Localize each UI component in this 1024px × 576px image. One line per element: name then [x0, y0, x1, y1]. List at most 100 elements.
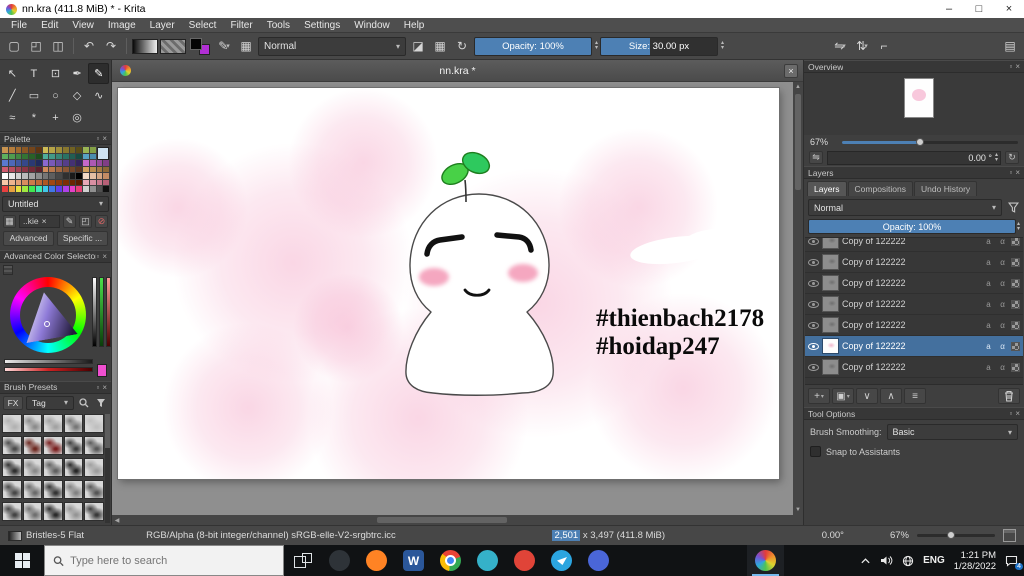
palette-swatch[interactable]	[89, 179, 96, 185]
horizontal-scroll-thumb[interactable]	[377, 517, 507, 523]
gray-shade-strip[interactable]	[4, 358, 93, 364]
palette-swatch[interactable]	[69, 147, 76, 153]
transform-tool[interactable]: ↖	[2, 63, 23, 84]
layer-inherit-alpha-icon[interactable]: α	[997, 321, 1008, 330]
volume-icon[interactable]	[880, 555, 893, 566]
blue-app-icon[interactable]	[580, 545, 617, 576]
engine-filter-button[interactable]: FX	[3, 395, 23, 410]
brush-smoothing-dropdown[interactable]: Basic ▾	[886, 424, 1018, 440]
layer-style-icon[interactable]	[1011, 238, 1020, 246]
brush-preset-thumbnail[interactable]	[43, 501, 63, 521]
layer-row[interactable]: Copy of 122222 a α	[805, 252, 1023, 273]
layer-row[interactable]: Copy of 122222 a α	[805, 357, 1023, 378]
palette-view-icon[interactable]: ▦	[3, 214, 16, 228]
palette-swatch[interactable]	[29, 186, 35, 192]
palette-swatch[interactable]	[76, 179, 82, 185]
palette-swatch[interactable]	[89, 173, 96, 179]
tray-chevron-icon[interactable]	[860, 557, 871, 565]
palette-swatch[interactable]	[35, 147, 42, 153]
scroll-up-icon[interactable]: ▲	[795, 82, 801, 92]
palette-swatch[interactable]	[35, 186, 42, 192]
vertical-scroll-thumb[interactable]	[795, 94, 801, 190]
palette-swatch[interactable]	[22, 160, 28, 166]
float-docker-icon[interactable]: ▫	[1009, 409, 1012, 418]
menu-item-image[interactable]: Image	[101, 20, 143, 31]
brush-preset-thumbnail[interactable]	[43, 435, 63, 455]
palette-swatch[interactable]	[29, 179, 35, 185]
brush-presets-docker-header[interactable]: Brush Presets ▫ ×	[0, 380, 111, 394]
notification-center-icon[interactable]: 4	[1005, 555, 1023, 570]
menu-item-select[interactable]: Select	[182, 20, 224, 31]
palette-swatch[interactable]	[49, 186, 55, 192]
layer-row[interactable]: Copy of 122222 a α	[805, 336, 1023, 357]
palette-swatch[interactable]	[29, 173, 35, 179]
palette-swatch[interactable]	[49, 147, 55, 153]
palette-swatch[interactable]	[22, 153, 28, 159]
palette-swatch[interactable]	[103, 173, 109, 179]
freehand-brush-tool[interactable]: ✎	[88, 63, 109, 84]
palette-swatch[interactable]	[96, 173, 103, 179]
tool-options-docker-header[interactable]: Tool Options ▫ ×	[804, 407, 1024, 420]
palette-swatch[interactable]	[29, 153, 35, 159]
search-input[interactable]	[70, 554, 275, 567]
palette-swatch[interactable]	[89, 153, 96, 159]
palette-swatch[interactable]	[42, 147, 49, 153]
palette-swatch[interactable]	[89, 186, 96, 192]
overview-zoom-slider[interactable]	[842, 137, 1018, 146]
menu-item-tools[interactable]: Tools	[260, 20, 297, 31]
palette-swatch[interactable]	[35, 179, 42, 185]
palette-swatch[interactable]	[42, 179, 49, 185]
layer-style-icon[interactable]	[1011, 299, 1020, 309]
float-docker-icon[interactable]: ▫	[96, 383, 99, 392]
palette-swatch[interactable]	[22, 166, 28, 172]
palette-swatch[interactable]	[35, 160, 42, 166]
brush-preset-thumbnail[interactable]	[43, 457, 63, 477]
layer-inherit-alpha-icon[interactable]: α	[997, 363, 1008, 372]
palette-swatch[interactable]	[76, 173, 82, 179]
add-layer-button[interactable]: + ▾	[808, 388, 830, 404]
palette-swatch[interactable]	[15, 153, 22, 159]
remove-tag-icon[interactable]: ×	[42, 216, 47, 226]
palette-swatch[interactable]	[89, 160, 96, 166]
foreground-background-colors[interactable]	[190, 37, 210, 55]
crop-tool[interactable]: ⊡	[45, 63, 66, 84]
selector-settings-icon[interactable]	[3, 264, 13, 275]
palette-swatch[interactable]	[22, 179, 28, 185]
minimize-button[interactable]: –	[934, 0, 964, 18]
taskbar-search[interactable]	[44, 545, 284, 576]
palette-preset-dropdown[interactable]: Untitled ▾	[2, 195, 109, 212]
palette-swatch[interactable]	[49, 153, 55, 159]
palette-swatch[interactable]	[96, 166, 103, 172]
brush-preset-thumbnail[interactable]	[22, 413, 43, 433]
line-tool[interactable]: ╱	[2, 85, 23, 106]
layer-visibility-icon[interactable]	[808, 363, 819, 371]
brush-preset-thumbnail[interactable]	[2, 435, 22, 455]
float-docker-icon[interactable]: ▫	[96, 134, 99, 143]
palette-swatch[interactable]	[8, 166, 15, 172]
layer-inherit-alpha-icon[interactable]: α	[997, 258, 1008, 267]
menu-item-layer[interactable]: Layer	[143, 20, 182, 31]
palette-swatch[interactable]	[83, 153, 89, 159]
close-docker-icon[interactable]: ×	[102, 134, 107, 143]
brush-preset-thumbnail[interactable]	[43, 413, 63, 433]
acs-docker-header[interactable]: Advanced Color Selector ▫ ×	[0, 249, 111, 263]
mirror-view-icon[interactable]: ⇋	[809, 151, 823, 164]
zoom-slider[interactable]	[917, 531, 995, 539]
layer-style-icon[interactable]	[1011, 257, 1020, 267]
layer-row[interactable]: Copy of 122222 a α	[805, 238, 1023, 252]
brush-preset-thumbnail[interactable]	[2, 501, 22, 521]
palette-swatch[interactable]	[15, 186, 22, 192]
brush-preset-thumbnail[interactable]	[2, 457, 22, 477]
palette-swatch[interactable]	[29, 147, 35, 153]
palette-swatch[interactable]	[83, 166, 89, 172]
filter-funnel-icon[interactable]	[94, 396, 108, 410]
reset-rotation-icon[interactable]: ↻	[1005, 151, 1019, 164]
mirror-vertical-button[interactable]: ⇅ ▾	[852, 36, 872, 56]
open-document-button[interactable]: ◰	[26, 36, 46, 56]
palette-swatch[interactable]	[83, 179, 89, 185]
layer-alpha-lock-icon[interactable]: a	[983, 258, 994, 267]
layer-style-icon[interactable]	[1011, 341, 1020, 351]
vertical-scrollbar[interactable]: ▲ ▼	[793, 82, 803, 515]
menu-item-window[interactable]: Window	[347, 20, 397, 31]
palette-swatch[interactable]	[49, 166, 55, 172]
